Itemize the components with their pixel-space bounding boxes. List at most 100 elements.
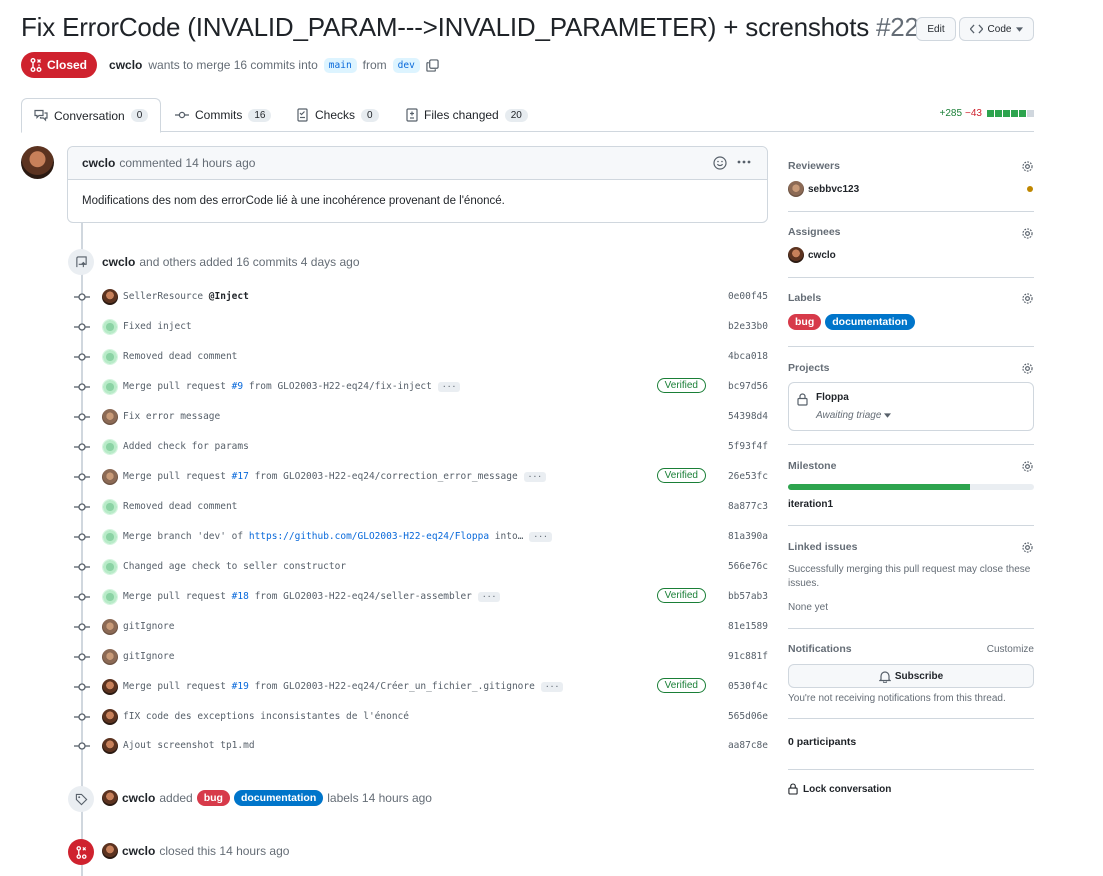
commit-sha[interactable]: 81e1589	[728, 621, 768, 632]
commits-event-author[interactable]: cwclo	[102, 255, 135, 269]
head-branch[interactable]: dev	[392, 57, 420, 73]
assignees-heading[interactable]: Assignees	[788, 226, 1034, 238]
commit-author-avatar[interactable]	[102, 499, 118, 515]
commit-author-avatar[interactable]	[102, 349, 118, 365]
commit-message-link[interactable]: #19	[232, 681, 249, 692]
gear-icon[interactable]	[1021, 160, 1034, 173]
commit-author-avatar[interactable]	[102, 529, 118, 545]
commit-message[interactable]: Merge pull request #19 from GLO2003-H22-…	[123, 681, 564, 692]
commit-message[interactable]: Merge pull request #18 from GLO2003-H22-…	[123, 591, 501, 602]
commit-message[interactable]: Added check for params	[123, 441, 249, 452]
commit-sha[interactable]: 565d06e	[728, 711, 768, 722]
commit-message-link[interactable]: https://github.com/GLO2003-H22-eq24/Flop…	[249, 531, 489, 542]
commit-author-avatar[interactable]	[102, 679, 118, 695]
tab-files-changed[interactable]: Files changed 20	[394, 98, 540, 132]
expand-commit-button[interactable]: ···	[540, 681, 564, 692]
kebab-horizontal-icon[interactable]	[737, 160, 751, 164]
verified-badge[interactable]: Verified	[656, 378, 706, 393]
gear-icon[interactable]	[1021, 541, 1034, 554]
expand-commit-button[interactable]: ···	[523, 471, 547, 482]
commit-message[interactable]: Merge pull request #17 from GLO2003-H22-…	[123, 471, 547, 482]
commit-message[interactable]: Removed dead comment	[123, 351, 237, 362]
commit-sha[interactable]: 91c881f	[728, 651, 768, 662]
comment-author[interactable]: cwclo	[82, 156, 115, 170]
commit-message[interactable]: Ajout screenshot tp1.md	[123, 740, 255, 751]
commit-sha[interactable]: 81a390a	[728, 531, 768, 542]
reviewers-heading[interactable]: Reviewers	[788, 160, 1034, 172]
label-documentation[interactable]: documentation	[825, 314, 915, 330]
project-name[interactable]: Floppa	[816, 392, 849, 403]
labels-event-avatar[interactable]	[102, 790, 118, 806]
commit-message[interactable]: Merge pull request #9 from GLO2003-H22-e…	[123, 381, 461, 392]
commit-message[interactable]: Fix error message	[123, 411, 220, 422]
customize-link[interactable]: Customize	[987, 644, 1034, 655]
commit-author-avatar[interactable]	[102, 738, 118, 754]
commit-message[interactable]: Changed age check to seller constructor	[123, 561, 346, 572]
commit-sha[interactable]: 5f93f4f	[728, 441, 768, 452]
expand-commit-button[interactable]: ···	[437, 381, 461, 392]
commit-message[interactable]: Fixed inject	[123, 321, 192, 332]
commit-sha[interactable]: bc97d56	[728, 381, 768, 392]
gear-icon[interactable]	[1021, 362, 1034, 375]
projects-heading[interactable]: Projects	[788, 362, 1034, 374]
tab-commits[interactable]: Commits 16	[163, 98, 283, 132]
commit-message-link[interactable]: #9	[232, 381, 243, 392]
commit-author-avatar[interactable]	[102, 319, 118, 335]
lock-conversation-link[interactable]: Lock conversation	[788, 783, 1034, 795]
subscribe-button[interactable]: Subscribe	[788, 664, 1034, 688]
commit-sha[interactable]: 26e53fc	[728, 471, 768, 482]
gear-icon[interactable]	[1021, 460, 1034, 473]
edit-button[interactable]: Edit	[916, 17, 956, 41]
commit-author-avatar[interactable]	[102, 619, 118, 635]
linked-issues-heading[interactable]: Linked issues	[788, 541, 1034, 553]
tab-checks[interactable]: Checks 0	[285, 98, 391, 132]
comment-author-avatar[interactable]	[21, 146, 54, 179]
commit-message[interactable]: gitIgnore	[123, 621, 174, 632]
commit-author-avatar[interactable]	[102, 589, 118, 605]
commit-message[interactable]: gitIgnore	[123, 651, 174, 662]
commit-author-avatar[interactable]	[102, 439, 118, 455]
label-documentation[interactable]: documentation	[233, 790, 324, 806]
commit-sha[interactable]: 0e00f45	[728, 291, 768, 302]
closed-event-author[interactable]: cwclo	[122, 844, 155, 858]
commit-message[interactable]: Merge branch 'dev' of https://github.com…	[123, 531, 552, 542]
assignee-item[interactable]: cwclo	[788, 247, 836, 263]
commit-message[interactable]: fIX code des exceptions inconsistantes d…	[123, 711, 409, 722]
commit-author-avatar[interactable]	[102, 379, 118, 395]
commit-author-avatar[interactable]	[102, 409, 118, 425]
code-button[interactable]: Code	[959, 17, 1034, 41]
commit-author-avatar[interactable]	[102, 289, 118, 305]
commit-message-link[interactable]: #18	[232, 591, 249, 602]
gear-icon[interactable]	[1021, 292, 1034, 305]
copy-icon[interactable]	[426, 58, 439, 72]
commit-author-avatar[interactable]	[102, 469, 118, 485]
commit-sha[interactable]: 8a877c3	[728, 501, 768, 512]
commit-author-avatar[interactable]	[102, 559, 118, 575]
commit-sha[interactable]: 566e76c	[728, 561, 768, 572]
project-status[interactable]: Awaiting triage	[816, 410, 892, 421]
label-bug[interactable]: bug	[788, 314, 822, 330]
commit-message[interactable]: SellerResource @Inject	[123, 291, 249, 302]
milestone-name[interactable]: iteration1	[788, 499, 833, 510]
commit-message-link[interactable]: #17	[232, 471, 249, 482]
label-bug[interactable]: bug	[196, 790, 230, 806]
commit-sha[interactable]: 54398d4	[728, 411, 768, 422]
labels-event-author[interactable]: cwclo	[122, 791, 155, 805]
smiley-icon[interactable]	[713, 156, 727, 170]
project-card[interactable]: Floppa Awaiting triage	[788, 382, 1034, 431]
commit-author-avatar[interactable]	[102, 649, 118, 665]
expand-commit-button[interactable]: ···	[477, 591, 501, 602]
verified-badge[interactable]: Verified	[656, 678, 706, 693]
verified-badge[interactable]: Verified	[656, 468, 706, 483]
milestone-heading[interactable]: Milestone	[788, 460, 1034, 472]
commit-sha[interactable]: b2e33b0	[728, 321, 768, 332]
commit-author-avatar[interactable]	[102, 709, 118, 725]
labels-heading[interactable]: Labels	[788, 292, 1034, 304]
pr-author-link[interactable]: cwclo	[109, 58, 142, 72]
reviewer-item[interactable]: sebbvc123	[788, 181, 859, 197]
commit-sha[interactable]: 0530f4c	[728, 681, 768, 692]
commit-sha[interactable]: 4bca018	[728, 351, 768, 362]
verified-badge[interactable]: Verified	[656, 588, 706, 603]
commit-message[interactable]: Removed dead comment	[123, 501, 237, 512]
gear-icon[interactable]	[1021, 227, 1034, 240]
